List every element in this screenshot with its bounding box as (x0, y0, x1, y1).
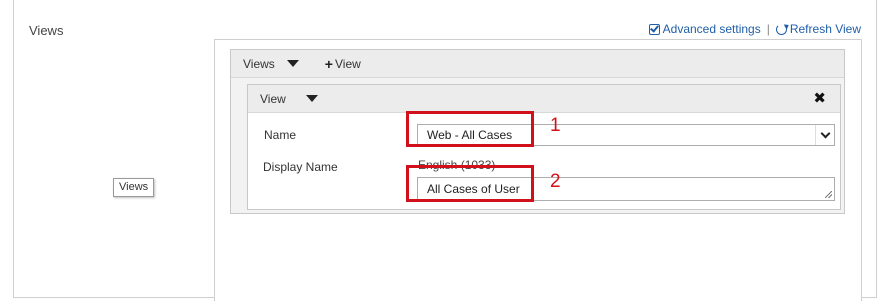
plus-icon: + (324, 55, 333, 72)
views-toolbar: Views + View (231, 50, 844, 78)
views-dropdown-label: Views (243, 56, 275, 71)
view-dropdown[interactable]: View (260, 92, 318, 106)
advanced-settings-label: Advanced settings (662, 22, 761, 36)
views-container: Views + View View ✖ Name Web - All Cases… (230, 49, 845, 214)
top-links: Advanced settings | Refresh View (648, 22, 861, 36)
view-dropdown-label: View (260, 91, 286, 106)
refresh-view-link[interactable]: Refresh View (775, 22, 861, 36)
add-view-button[interactable]: + View (325, 57, 361, 71)
annotation-number-1: 1 (550, 115, 561, 136)
name-label: Name (264, 128, 297, 142)
refresh-view-label: Refresh View (789, 22, 861, 36)
caret-down-icon (286, 60, 299, 67)
views-dropdown[interactable]: Views (243, 57, 299, 71)
caret-down-icon (305, 95, 318, 102)
chevron-down-icon (820, 128, 830, 138)
annotation-number-2: 2 (550, 171, 561, 192)
section-title: Views (29, 23, 64, 38)
display-name-value: All Cases of User (427, 182, 520, 196)
view-editor: View ✖ Name Web - All Cases Display Name… (247, 84, 841, 210)
name-select-value: Web - All Cases (427, 128, 513, 142)
link-separator: | (766, 22, 770, 36)
checkbox-edit-icon (648, 23, 660, 35)
resize-grip-icon[interactable] (825, 191, 832, 198)
advanced-settings-link[interactable]: Advanced settings (648, 22, 761, 36)
select-arrow[interactable] (815, 125, 834, 145)
refresh-icon (775, 23, 787, 35)
close-icon[interactable]: ✖ (813, 91, 826, 106)
name-select[interactable]: Web - All Cases (417, 124, 835, 146)
add-view-label: View (334, 56, 361, 71)
display-name-textarea[interactable]: All Cases of User (417, 177, 835, 201)
views-tooltip: Views (113, 178, 155, 197)
language-label: English (1033) (418, 158, 496, 172)
display-name-label: Display Name (263, 160, 338, 174)
view-header: View ✖ (248, 85, 840, 113)
